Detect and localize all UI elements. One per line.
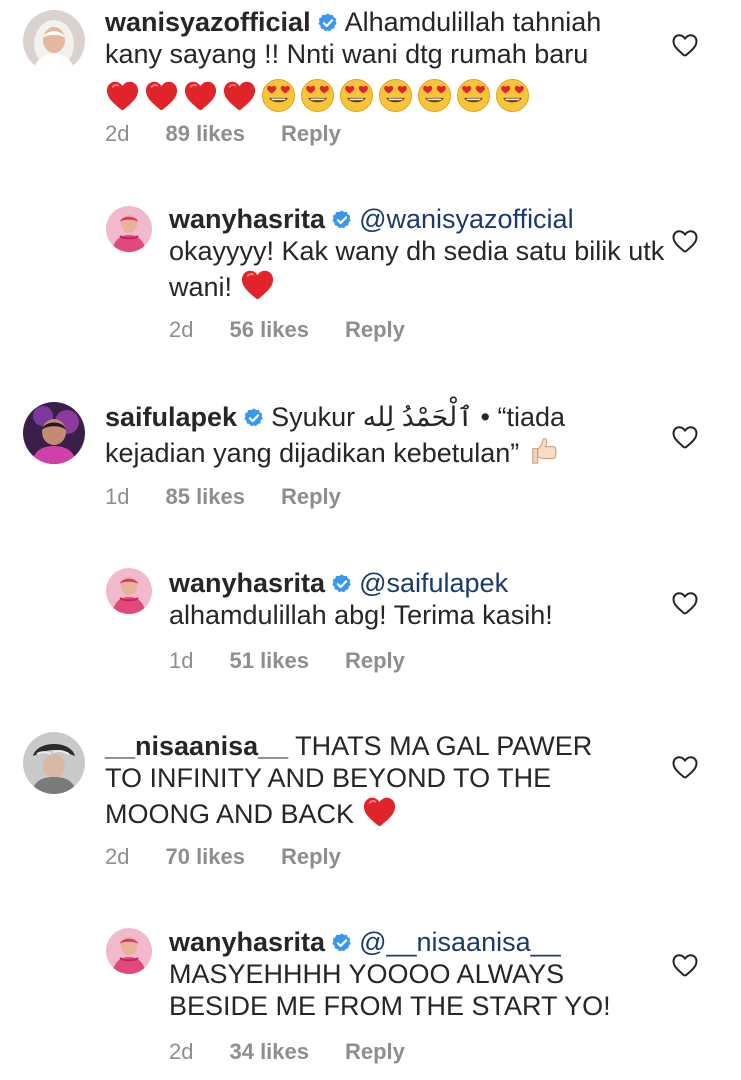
comment-text-line-2: TO INFINITY AND BEYOND TO THE [105, 763, 552, 793]
verified-badge-icon [331, 209, 353, 231]
likes-count[interactable]: 85 likes [165, 484, 245, 510]
like-heart-icon[interactable] [671, 423, 699, 451]
reply-button[interactable]: Reply [281, 844, 341, 870]
username[interactable]: wanyhasrita [169, 927, 325, 957]
comment-time: 2d [169, 1039, 194, 1064]
heart-eyes-icon [495, 78, 530, 113]
comment-time: 2d [105, 844, 130, 869]
likes-count[interactable]: 51 likes [229, 648, 309, 674]
comment-meta: 1d 51 likes Reply [169, 648, 405, 674]
red-heart-icon [362, 794, 397, 829]
comment-time: 1d [169, 648, 194, 673]
comment-body: wanyhasrita @saifulapek alhamdulillah abg… [169, 567, 669, 631]
reply-button[interactable]: Reply [345, 317, 405, 343]
reply-button[interactable]: Reply [345, 648, 405, 674]
reply-button[interactable]: Reply [345, 1039, 405, 1065]
comment-text-line-3: MOONG AND BACK [105, 799, 355, 829]
red-heart-icon [222, 78, 257, 113]
avatar[interactable] [106, 928, 152, 974]
comment-meta: 2d 56 likes Reply [169, 317, 405, 343]
comment-text-line-1: THATS MA GAL PAWER [295, 731, 593, 761]
avatar[interactable] [23, 402, 85, 464]
mention-link[interactable]: @wanisyazofficial [359, 204, 574, 234]
red-heart-icon [144, 78, 179, 113]
comment-body: wanyhasrita @__nisaanisa__ MASYEHHHH YOOO… [169, 926, 669, 1022]
heart-eyes-icon [456, 78, 491, 113]
comment-text-line-2: kejadian yang dijadikan kebetulan” [105, 438, 520, 468]
verified-badge-icon [317, 12, 339, 34]
avatar[interactable] [23, 10, 85, 72]
heart-eyes-icon [300, 78, 335, 113]
heart-eyes-icon [417, 78, 452, 113]
avatar[interactable] [106, 568, 152, 614]
like-heart-icon[interactable] [671, 589, 699, 617]
heart-eyes-icon [339, 78, 374, 113]
comment-meta: 1d 85 likes Reply [105, 484, 341, 510]
username[interactable]: wanyhasrita [169, 568, 325, 598]
comment-meta: 2d 70 likes Reply [105, 844, 341, 870]
reply-button[interactable]: Reply [281, 121, 341, 147]
likes-count[interactable]: 70 likes [165, 844, 245, 870]
username[interactable]: __nisaanisa__ [105, 731, 288, 761]
comment-feed: wanisyazofficial Alhamdulillah tahniah ka… [0, 0, 741, 1080]
red-heart-icon [183, 78, 218, 113]
thumbs-up-icon [527, 433, 562, 468]
red-heart-icon [240, 267, 275, 302]
comment-meta: 2d 34 likes Reply [169, 1039, 405, 1065]
username[interactable]: wanyhasrita [169, 204, 325, 234]
reply-button[interactable]: Reply [281, 484, 341, 510]
verified-badge-icon [331, 932, 353, 954]
comment-time: 2d [169, 317, 194, 342]
red-heart-icon [105, 78, 140, 113]
verified-badge-icon [331, 573, 353, 595]
like-heart-icon[interactable] [671, 227, 699, 255]
comment-body: __nisaanisa__ THATS MA GAL PAWER TO INFI… [105, 730, 665, 830]
comment-time: 1d [105, 484, 130, 509]
like-heart-icon[interactable] [671, 31, 699, 59]
like-heart-icon[interactable] [671, 951, 699, 979]
username[interactable]: wanisyazofficial [105, 7, 311, 37]
comment-time: 2d [105, 121, 130, 146]
mention-link[interactable]: @__nisaanisa__ [359, 927, 561, 957]
comment-text-line-2: BESIDE ME FROM THE START YO! [169, 991, 611, 1021]
comment-meta: 2d 89 likes Reply [105, 121, 341, 147]
avatar[interactable] [23, 732, 85, 794]
comment-body: saifulapek Syukur ٱلْحَمْدُ لِله • “tiada… [105, 401, 665, 469]
comment-text-line-1: MASYEHHHH YOOOO ALWAYS [169, 959, 565, 989]
verified-badge-icon [243, 407, 265, 429]
username[interactable]: saifulapek [105, 402, 237, 432]
comment-body: wanisyazofficial Alhamdulillah tahniah ka… [105, 6, 665, 113]
emoji-row [105, 78, 534, 113]
heart-eyes-icon [261, 78, 296, 113]
likes-count[interactable]: 89 likes [165, 121, 245, 147]
likes-count[interactable]: 34 likes [229, 1039, 309, 1065]
avatar[interactable] [106, 206, 152, 252]
mention-link[interactable]: @saifulapek [359, 568, 508, 598]
comment-body: wanyhasrita @wanisyazofficial okayyyy! Ka… [169, 203, 669, 303]
comment-text-line-1: Syukur ٱلْحَمْدُ لِله • “tiada [271, 402, 566, 432]
heart-eyes-icon [378, 78, 413, 113]
comment-text: alhamdulillah abg! Terima kasih! [169, 600, 553, 630]
like-heart-icon[interactable] [671, 753, 699, 781]
likes-count[interactable]: 56 likes [229, 317, 309, 343]
